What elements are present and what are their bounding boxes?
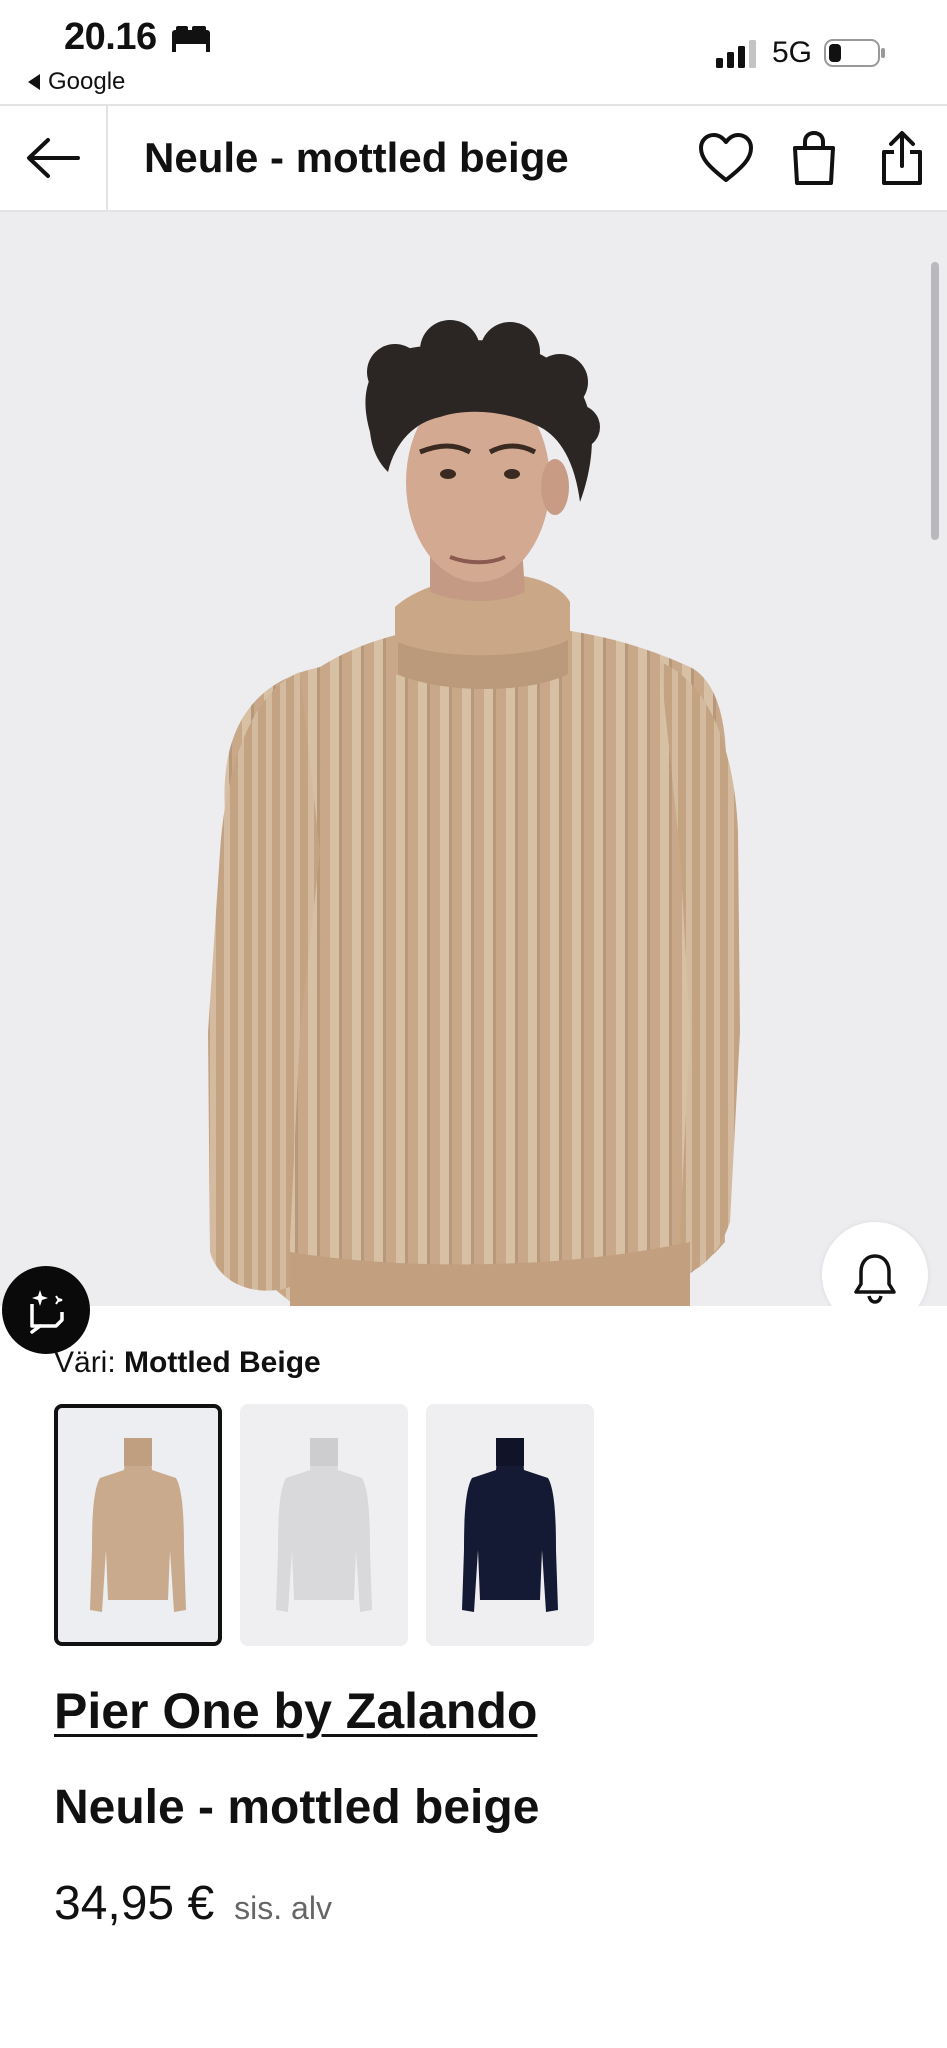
- status-bar: 20.16 Google 5G: [0, 0, 947, 104]
- selected-color-name: Mottled Beige: [124, 1346, 321, 1379]
- product-image[interactable]: [0, 212, 947, 1306]
- color-swatches: [54, 1404, 594, 1646]
- cart-button[interactable]: [784, 128, 844, 188]
- back-app-label: Google: [48, 68, 126, 95]
- share-icon: [882, 131, 922, 185]
- price-row: 34,95 € sis. alv: [54, 1876, 332, 1931]
- share-button[interactable]: [872, 128, 932, 188]
- back-arrow-icon: [27, 138, 80, 178]
- sweater-grey-thumbnail: [276, 1438, 372, 1612]
- product-header: Neule - mottled beige: [0, 104, 947, 212]
- bell-icon: [854, 1254, 896, 1304]
- back-triangle-icon: [28, 74, 40, 90]
- network-label: 5G: [772, 36, 813, 69]
- signal-icon: [716, 40, 756, 68]
- swatch-mottled-beige[interactable]: [54, 1404, 222, 1646]
- brand-link[interactable]: Pier One by Zalando: [54, 1682, 537, 1740]
- ai-assistant-button[interactable]: [2, 1266, 90, 1354]
- header-title: Neule - mottled beige: [144, 134, 569, 181]
- wishlist-button[interactable]: [696, 128, 756, 188]
- sweater-beige-thumbnail: [90, 1438, 186, 1612]
- back-to-app-link[interactable]: Google: [28, 68, 125, 96]
- swatch-navy[interactable]: [426, 1404, 594, 1646]
- color-label-prefix: Väri:: [54, 1346, 116, 1379]
- ai-sparkle-icon: [30, 1290, 64, 1334]
- vat-note: sis. alv: [234, 1890, 332, 1926]
- price: 34,95 €: [54, 1877, 215, 1930]
- back-button[interactable]: [0, 106, 108, 210]
- sweater-navy-thumbnail: [462, 1438, 558, 1612]
- scrollbar-thumb[interactable]: [931, 262, 939, 540]
- product-name: Neule - mottled beige: [54, 1781, 540, 1834]
- battery-icon: [824, 39, 885, 67]
- heart-icon: [699, 133, 753, 182]
- color-label: Väri: Mottled Beige: [54, 1346, 321, 1380]
- bed-icon: [172, 26, 210, 52]
- swatch-light-grey[interactable]: [240, 1404, 408, 1646]
- model-wearing-sweater-image: [208, 320, 740, 1306]
- shopping-bag-icon: [793, 130, 835, 185]
- status-time: 20.16: [64, 16, 157, 58]
